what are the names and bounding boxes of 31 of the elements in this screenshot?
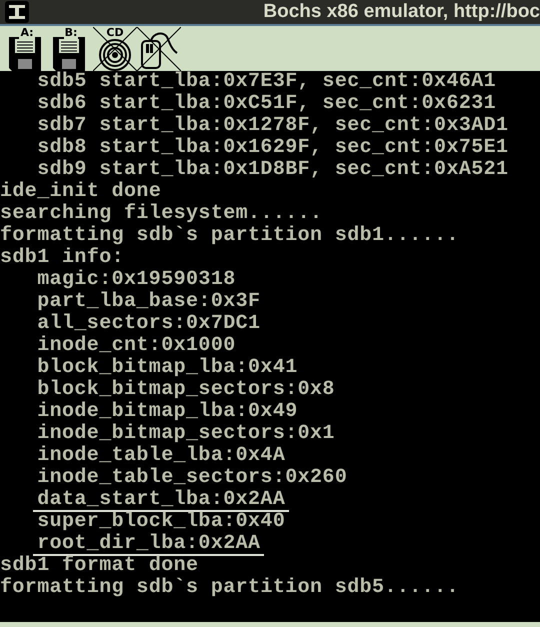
console-line: block_bitmap_lba:0x41	[37, 357, 298, 379]
console-line: sdb1 info:	[0, 247, 124, 269]
console-line: sdb7 start_lba:0x1278F, sec_cnt:0x3AD1	[37, 115, 508, 137]
console-line: sdb8 start_lba:0x1629F, sec_cnt:0x75E1	[37, 137, 508, 159]
console-line: sdb5 start_lba:0x7E3F, sec_cnt:0x46A1	[37, 71, 496, 93]
app-logo-icon[interactable]	[5, 1, 29, 23]
console-line: sdb9 start_lba:0x1D8BF, sec_cnt:0xA521	[37, 159, 508, 181]
console-line: block_bitmap_sectors:0x8	[37, 379, 335, 401]
drive-label: A:	[19, 27, 35, 39]
drive-label: CD	[105, 27, 125, 39]
console-line: magic:0x19590318	[37, 269, 236, 291]
drive-label: B:	[64, 27, 78, 39]
console-line: sdb6 start_lba:0xC51F, sec_cnt:0x6231	[37, 93, 496, 115]
floppy-button[interactable]: B:	[49, 27, 93, 71]
console-line: all_sectors:0x7DC1	[37, 313, 260, 335]
console-line: inode_table_sectors:0x260	[37, 467, 348, 489]
console-line: formatting sdb`s partition sdb1......	[0, 225, 459, 247]
console-line: root_dir_lba:0x2AA	[33, 533, 264, 556]
console-line: inode_cnt:0x1000	[37, 335, 236, 357]
console-line: sdb1 format done	[0, 555, 198, 577]
floppy-button[interactable]: A:	[5, 27, 49, 71]
console-line: formatting sdb`s partition sdb5......	[0, 577, 459, 599]
console-line: inode_bitmap_lba:0x49	[37, 401, 298, 423]
console-line: part_lba_base:0x3F	[37, 291, 260, 313]
console-line: ide_init done	[0, 181, 162, 203]
console-line: searching filesystem......	[0, 203, 322, 225]
window-title: Bochs x86 emulator, http://boc	[263, 0, 540, 24]
console-line: inode_bitmap_sectors:0x1	[37, 423, 335, 445]
console-line: inode_table_lba:0x4A	[37, 445, 286, 467]
console-line: super_block_lba:0x40	[37, 511, 286, 533]
console-line: data_start_lba:0x2AA	[33, 489, 290, 512]
